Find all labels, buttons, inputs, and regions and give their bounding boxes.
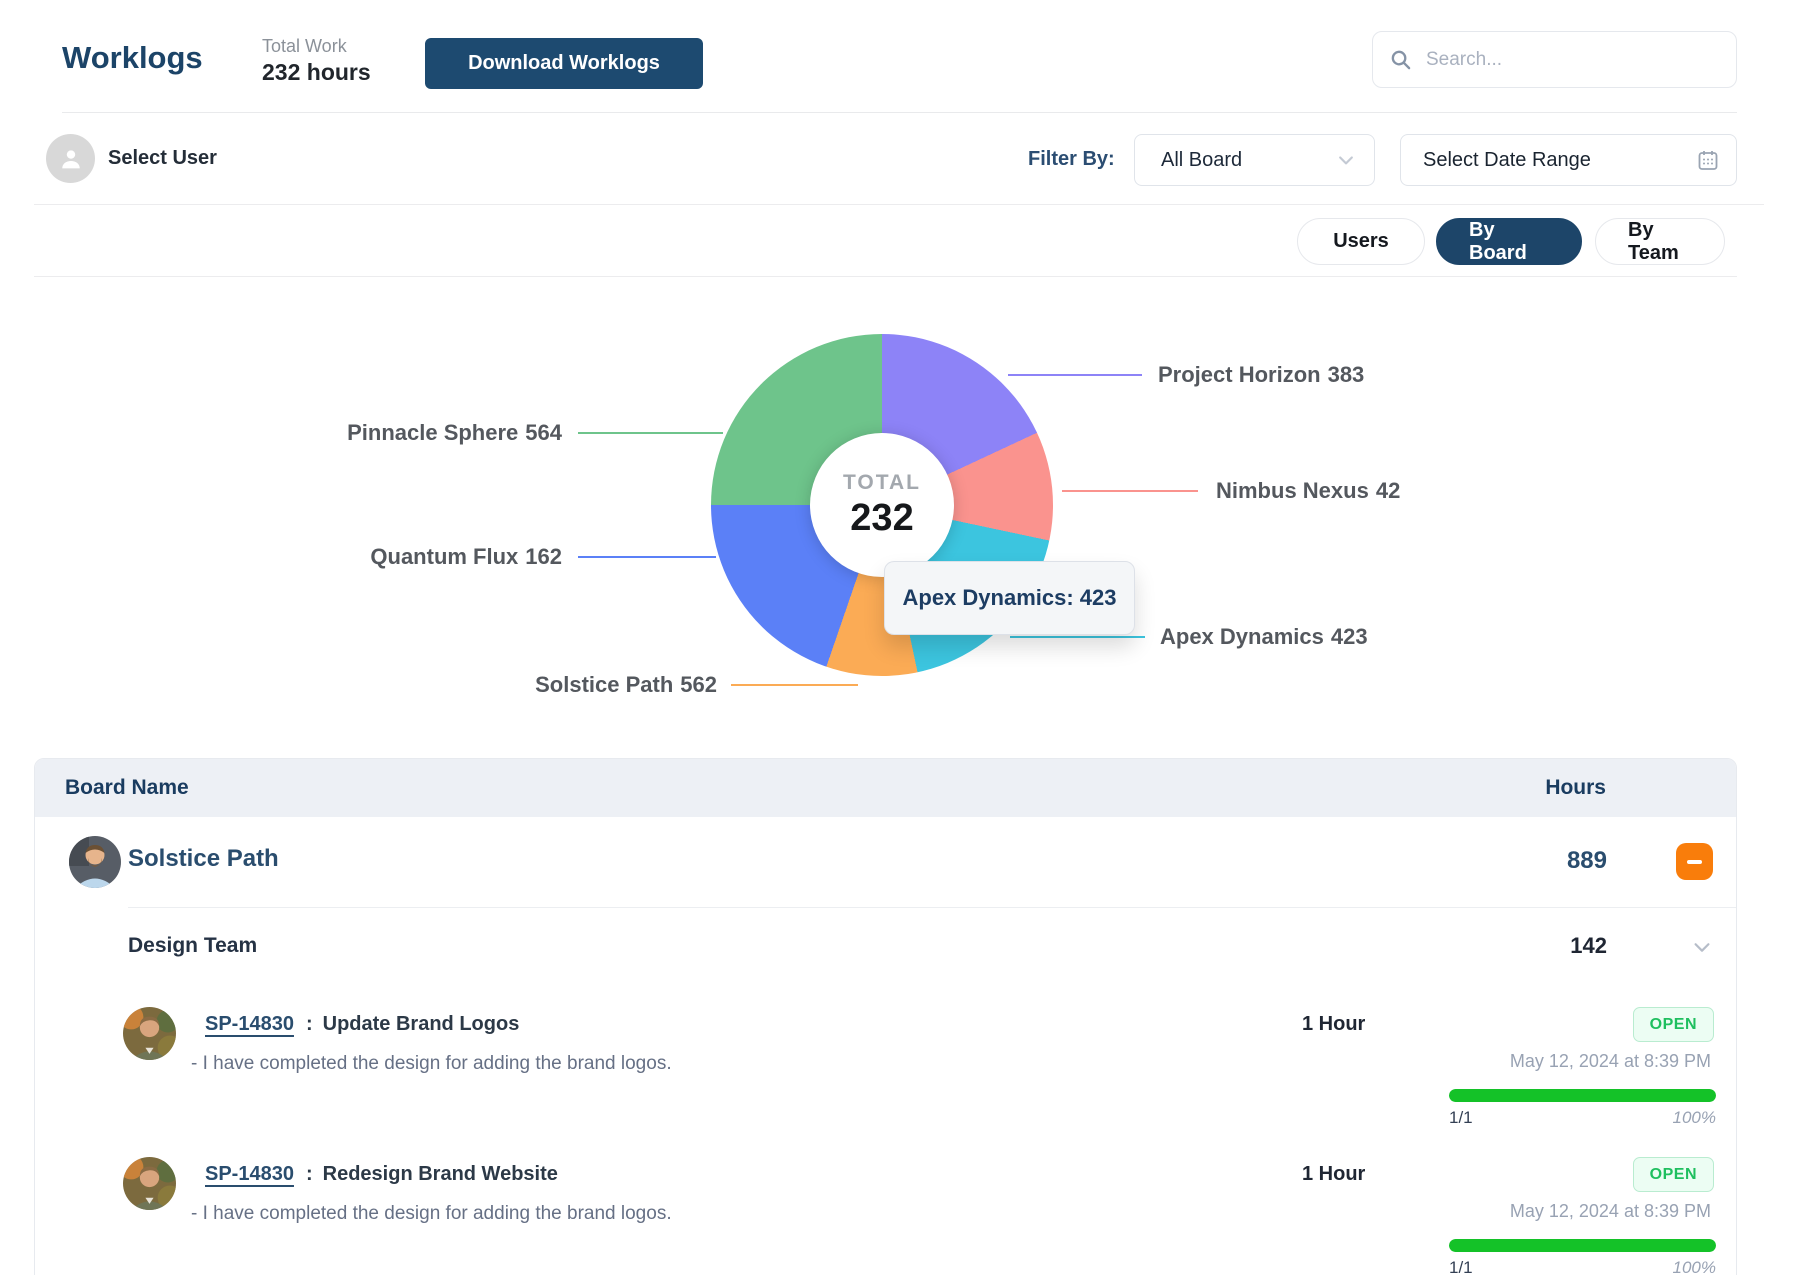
search-box[interactable] bbox=[1372, 31, 1737, 88]
calendar-icon bbox=[1696, 148, 1720, 172]
board-hours: 889 bbox=[1567, 847, 1607, 875]
leader-line-apex-dynamics bbox=[1010, 636, 1145, 638]
task-id-link[interactable]: SP-14830 bbox=[205, 1163, 294, 1185]
total-work-label: Total Work bbox=[262, 36, 371, 57]
download-worklogs-button[interactable]: Download Worklogs bbox=[425, 38, 703, 89]
date-range-input[interactable]: Select Date Range bbox=[1400, 134, 1737, 186]
page-title: Worklogs bbox=[62, 40, 203, 76]
header-divider bbox=[62, 112, 1737, 113]
progress-fraction: 1/1 bbox=[1449, 1108, 1473, 1128]
minus-icon bbox=[1687, 860, 1702, 864]
task-duration: 1 Hour bbox=[1302, 1163, 1365, 1186]
chart-label-solstice-path: Solstice Path562 bbox=[535, 672, 717, 698]
task-description: - I have completed the design for adding… bbox=[191, 1053, 672, 1075]
filter-by-label: Filter By: bbox=[1028, 148, 1115, 171]
board-name[interactable]: Solstice Path bbox=[128, 845, 279, 873]
board-filter-select[interactable]: All Board bbox=[1134, 134, 1375, 186]
board-filter-value: All Board bbox=[1161, 149, 1242, 172]
donut-center: TOTAL 232 bbox=[810, 433, 954, 577]
progress-labels: 1/1 100% bbox=[1449, 1108, 1716, 1128]
task-name: Update Brand Logos bbox=[323, 1013, 520, 1035]
worklogs-page: Worklogs Total Work 232 hours Download W… bbox=[0, 0, 1800, 1275]
table-header: Board Name Hours bbox=[35, 759, 1736, 817]
search-icon bbox=[1389, 48, 1412, 71]
progress-percent: 100% bbox=[1673, 1108, 1716, 1128]
collapse-board-button[interactable] bbox=[1676, 843, 1713, 880]
team-row-design-team[interactable]: Design Team 142 bbox=[35, 908, 1736, 986]
leader-line-solstice-path bbox=[731, 684, 858, 686]
tab-by-team[interactable]: By Team bbox=[1595, 218, 1725, 265]
progress-fraction: 1/1 bbox=[1449, 1258, 1473, 1275]
donut-center-label: TOTAL bbox=[843, 471, 921, 495]
chevron-down-icon[interactable] bbox=[1691, 936, 1713, 963]
filter-row-divider bbox=[34, 204, 1764, 205]
task-row: SP-14830:Update Brand Logos 1 Hour OPEN … bbox=[35, 1001, 1736, 1151]
task-avatar bbox=[123, 1007, 176, 1065]
progress-bar bbox=[1449, 1239, 1716, 1252]
select-user-label[interactable]: Select User bbox=[108, 147, 217, 170]
chart-label-project-horizon: Project Horizon383 bbox=[1158, 362, 1364, 388]
search-input[interactable] bbox=[1426, 49, 1720, 71]
column-board-name: Board Name bbox=[65, 776, 189, 800]
task-row: SP-14830:Redesign Brand Website 1 Hour O… bbox=[35, 1151, 1736, 1275]
leader-line-pinnacle-sphere bbox=[578, 432, 723, 434]
task-description: - I have completed the design for adding… bbox=[191, 1203, 672, 1225]
worklog-table: Board Name Hours Solstice Path bbox=[34, 758, 1737, 1275]
chart-label-nimbus-nexus: Nimbus Nexus42 bbox=[1216, 478, 1400, 504]
team-name: Design Team bbox=[128, 934, 257, 958]
status-badge: OPEN bbox=[1633, 1007, 1714, 1042]
tab-users[interactable]: Users bbox=[1297, 218, 1425, 265]
date-range-placeholder: Select Date Range bbox=[1423, 149, 1591, 172]
task-title-line: SP-14830:Redesign Brand Website bbox=[205, 1163, 558, 1186]
progress-bar bbox=[1449, 1089, 1716, 1102]
leader-line-quantum-flux bbox=[578, 556, 716, 558]
chart-tooltip: Apex Dynamics: 423 bbox=[884, 561, 1135, 635]
board-row-solstice-path[interactable]: Solstice Path 889 bbox=[35, 817, 1736, 907]
task-timestamp: May 12, 2024 at 8:39 PM bbox=[1510, 1201, 1711, 1222]
progress-labels: 1/1 100% bbox=[1449, 1258, 1716, 1275]
task-title-line: SP-14830:Update Brand Logos bbox=[205, 1013, 519, 1036]
progress-bar-fill bbox=[1449, 1089, 1716, 1102]
chart-label-apex-dynamics: Apex Dynamics423 bbox=[1160, 624, 1368, 650]
select-user-avatar[interactable] bbox=[46, 134, 95, 183]
leader-line-nimbus-nexus bbox=[1062, 490, 1198, 492]
tabs-divider bbox=[34, 276, 1737, 277]
total-work-summary: Total Work 232 hours bbox=[262, 36, 371, 86]
leader-line-project-horizon bbox=[1008, 374, 1142, 376]
progress-bar-fill bbox=[1449, 1239, 1716, 1252]
column-hours: Hours bbox=[1545, 776, 1606, 800]
task-timestamp: May 12, 2024 at 8:39 PM bbox=[1510, 1051, 1711, 1072]
task-duration: 1 Hour bbox=[1302, 1013, 1365, 1036]
progress-percent: 100% bbox=[1673, 1258, 1716, 1275]
donut-center-value: 232 bbox=[850, 497, 913, 540]
person-icon bbox=[57, 145, 85, 173]
chevron-down-icon bbox=[1336, 150, 1356, 170]
chart-label-quantum-flux: Quantum Flux162 bbox=[370, 544, 562, 570]
task-id-link[interactable]: SP-14830 bbox=[205, 1013, 294, 1035]
chart-label-pinnacle-sphere: Pinnacle Sphere564 bbox=[347, 420, 562, 446]
team-hours: 142 bbox=[1570, 933, 1607, 959]
total-work-value: 232 hours bbox=[262, 59, 371, 86]
status-badge: OPEN bbox=[1633, 1157, 1714, 1192]
board-avatar bbox=[69, 836, 121, 893]
tab-by-board[interactable]: By Board bbox=[1436, 218, 1582, 265]
task-avatar bbox=[123, 1157, 176, 1215]
task-name: Redesign Brand Website bbox=[323, 1163, 558, 1185]
